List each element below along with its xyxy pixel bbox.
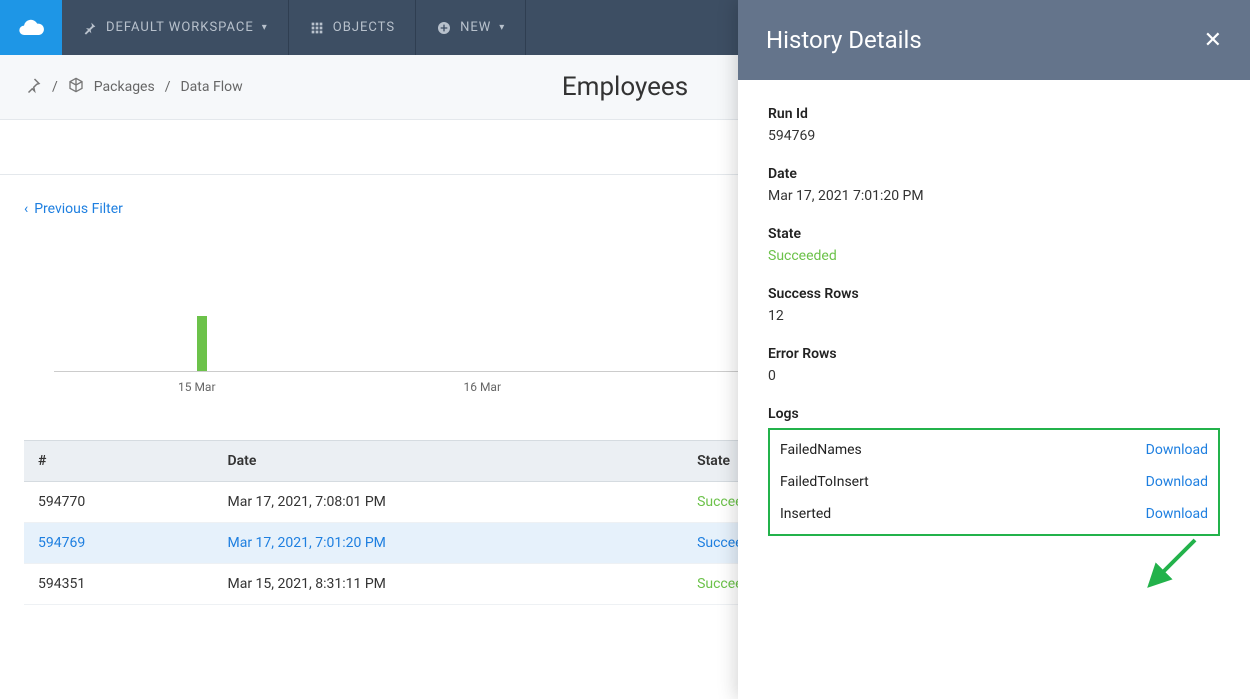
chevron-down-icon: ▾ bbox=[262, 22, 268, 33]
log-name: FailedToInsert bbox=[780, 474, 869, 490]
pin-icon[interactable] bbox=[24, 76, 42, 98]
grid-icon bbox=[309, 20, 325, 36]
download-link[interactable]: Download bbox=[1146, 506, 1208, 522]
log-row: Inserted Download bbox=[780, 498, 1208, 530]
date-value: Mar 17, 2021 7:01:20 PM bbox=[768, 188, 1220, 204]
breadcrumb: / Packages / Data Flow bbox=[24, 76, 243, 98]
chevron-down-icon: ▾ bbox=[499, 22, 505, 33]
nav-new-label: NEW bbox=[460, 20, 491, 35]
cell-date: Mar 17, 2021, 7:08:01 PM bbox=[214, 482, 684, 523]
state-label: State bbox=[768, 226, 1220, 242]
breadcrumb-sep: / bbox=[165, 79, 171, 95]
log-name: Inserted bbox=[780, 506, 831, 522]
nav-objects-label: OBJECTS bbox=[333, 20, 395, 35]
package-icon bbox=[68, 77, 84, 97]
previous-filter-label: Previous Filter bbox=[34, 201, 123, 217]
breadcrumb-sep: / bbox=[52, 79, 58, 95]
plus-circle-icon bbox=[436, 20, 452, 36]
breadcrumb-packages[interactable]: Packages bbox=[94, 79, 155, 95]
chevron-left-icon: ‹ bbox=[24, 201, 28, 217]
cell-date: Mar 15, 2021, 8:31:11 PM bbox=[214, 564, 684, 605]
error-rows-label: Error Rows bbox=[768, 346, 1220, 362]
breadcrumb-current: Data Flow bbox=[180, 79, 242, 95]
panel-header: History Details ✕ bbox=[738, 0, 1250, 80]
cell-id: 594769 bbox=[24, 523, 214, 564]
panel-body: Run Id 594769 Date Mar 17, 2021 7:01:20 … bbox=[738, 80, 1250, 562]
nav-workspace-label: DEFAULT WORKSPACE bbox=[106, 20, 254, 35]
pin-icon bbox=[82, 20, 98, 36]
success-rows-label: Success Rows bbox=[768, 286, 1220, 302]
panel-title: History Details bbox=[766, 26, 922, 54]
cell-id: 594351 bbox=[24, 564, 214, 605]
page-title: Employees bbox=[562, 72, 688, 102]
success-rows-value: 12 bbox=[768, 308, 1220, 324]
col-date[interactable]: Date bbox=[214, 441, 684, 482]
error-rows-value: 0 bbox=[768, 368, 1220, 384]
log-row: FailedNames Download bbox=[780, 434, 1208, 466]
chart-tick: 16 Mar bbox=[463, 380, 501, 394]
logs-label: Logs bbox=[768, 406, 1220, 422]
app-logo[interactable] bbox=[0, 0, 62, 55]
log-name: FailedNames bbox=[780, 442, 862, 458]
col-id[interactable]: # bbox=[24, 441, 214, 482]
cell-id: 594770 bbox=[24, 482, 214, 523]
nav-new[interactable]: NEW ▾ bbox=[416, 0, 526, 55]
history-details-panel: History Details ✕ Run Id 594769 Date Mar… bbox=[738, 0, 1250, 699]
chart-tick: 15 Mar bbox=[178, 380, 216, 394]
previous-filter-link[interactable]: ‹ Previous Filter bbox=[24, 201, 123, 217]
chart-bar[interactable] bbox=[197, 316, 207, 371]
nav-objects[interactable]: OBJECTS bbox=[289, 0, 416, 55]
close-icon[interactable]: ✕ bbox=[1204, 28, 1222, 53]
download-link[interactable]: Download bbox=[1146, 474, 1208, 490]
run-id-value: 594769 bbox=[768, 128, 1220, 144]
state-value: Succeeded bbox=[768, 248, 1220, 264]
run-id-label: Run Id bbox=[768, 106, 1220, 122]
log-row: FailedToInsert Download bbox=[780, 466, 1208, 498]
cell-date: Mar 17, 2021, 7:01:20 PM bbox=[214, 523, 684, 564]
date-label: Date bbox=[768, 166, 1220, 182]
download-link[interactable]: Download bbox=[1146, 442, 1208, 458]
nav-workspace[interactable]: DEFAULT WORKSPACE ▾ bbox=[62, 0, 289, 55]
logs-list: FailedNames Download FailedToInsert Downloa… bbox=[768, 428, 1220, 536]
cloud-icon bbox=[17, 14, 45, 42]
